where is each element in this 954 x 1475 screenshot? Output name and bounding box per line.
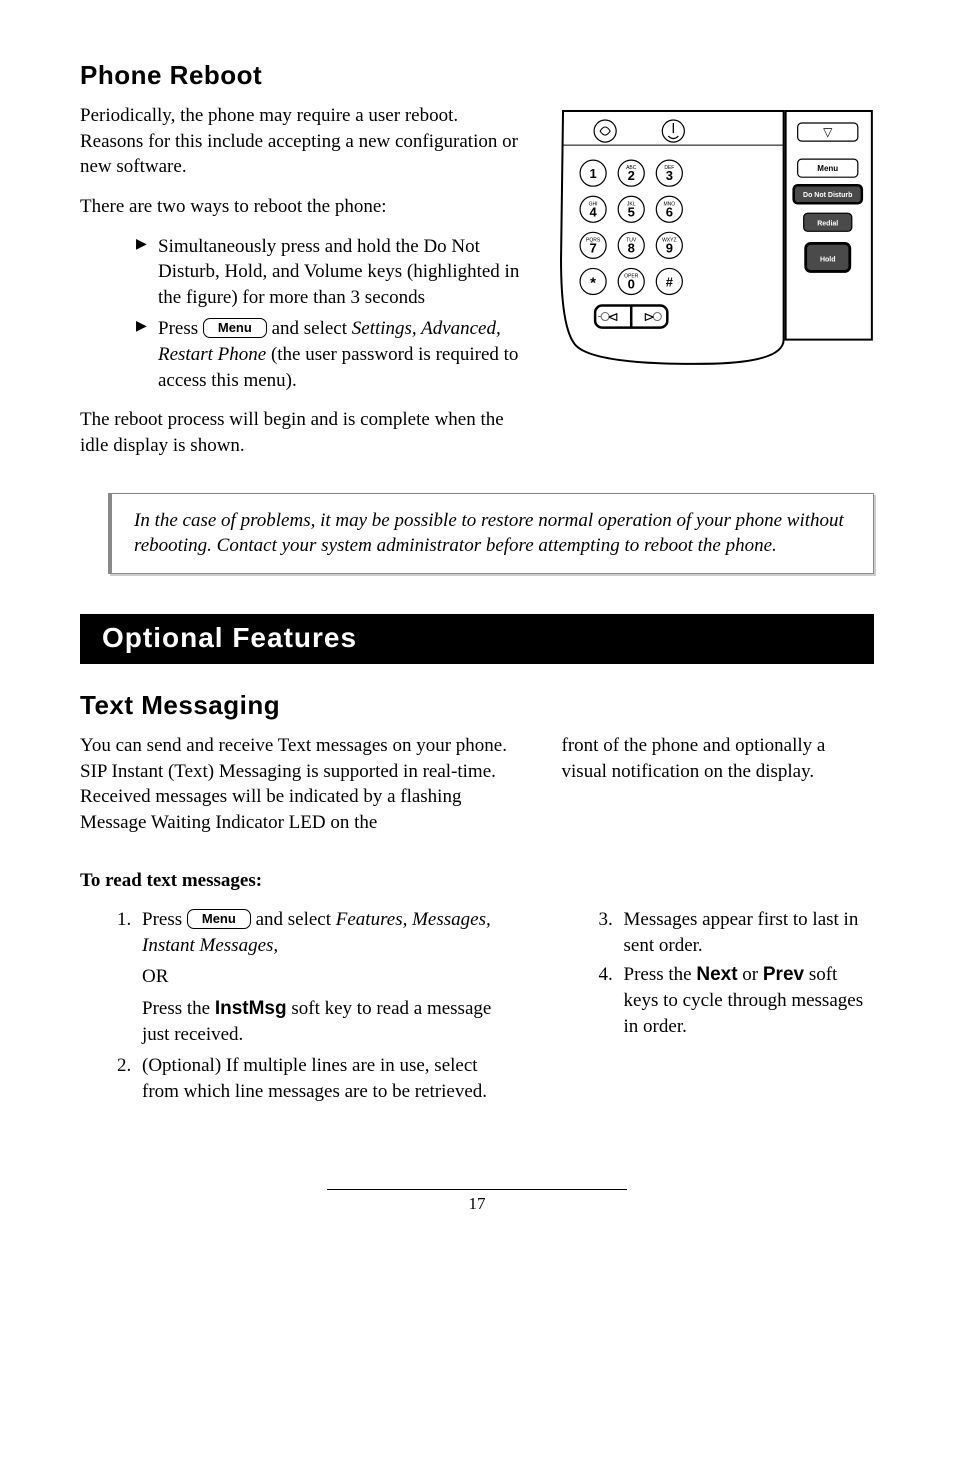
softkey-prev: Prev [763,964,804,985]
text: and select [272,318,352,339]
text: Press the [624,964,697,985]
para-reboot-ways: There are two ways to reboot the phone: [80,194,523,220]
bullet-press-menu: Press Menu and select Settings, Advanced… [136,316,523,393]
key-3: 3 [666,168,673,183]
heading-phone-reboot: Phone Reboot [80,60,874,91]
phone-svg: 1 ABC2 DEF3 GHI4 JKL5 MNO6 PQRS7 TUV8 WX… [553,109,874,370]
hold-button: Hold [820,256,836,263]
text: Press the [142,998,215,1019]
key-8: 8 [628,240,635,255]
para-textmsg-right: front of the phone and optionally a visu… [562,733,874,784]
redial-button: Redial [817,220,838,227]
key-4: 4 [590,204,598,219]
key-6: 6 [666,204,673,219]
para-textmsg-left: You can send and receive Text messages o… [80,733,512,836]
key-9: 9 [666,240,673,255]
note-box: In the case of problems, it may be possi… [108,493,874,574]
softkey-next: Next [696,964,737,985]
heading-read-messages: To read text messages: [80,868,874,894]
bullet-list: Simultaneously press and hold the Do Not… [80,234,523,394]
menu-key-icon: Menu [187,909,251,929]
key-5: 5 [628,204,635,219]
text: or [742,964,763,985]
page-footer: 17 [80,1189,874,1214]
footer-rule [327,1189,627,1190]
heading-text-messaging: Text Messaging [80,690,874,721]
softkey-instmsg: InstMsg [215,998,287,1019]
para-reboot-intro: Periodically, the phone may require a us… [80,103,523,180]
step-3: Messages appear first to last in sent or… [618,907,874,958]
key-hash: # [666,274,674,289]
key-0: 0 [628,276,635,291]
menu-key-icon: Menu [203,318,267,338]
phone-figure: 1 ABC2 DEF3 GHI4 JKL5 MNO6 PQRS7 TUV8 WX… [553,109,874,375]
step-4: Press the Next or Prev soft keys to cycl… [618,962,874,1039]
section-bar-optional-features: Optional Features [80,614,874,664]
key-7: 7 [590,240,597,255]
text: Press [158,318,203,339]
para-reboot-complete: The reboot process will begin and is com… [80,407,523,458]
bullet-press-hold: Simultaneously press and hold the Do Not… [136,234,523,311]
read-steps-left: Press Menu and select Features, Messages… [80,907,512,1104]
text: Press [142,909,187,930]
step-2: (Optional) If multiple lines are in use,… [136,1053,512,1104]
softkey-del-icon: ▽ [823,125,833,139]
page-number: 17 [469,1194,486,1213]
step-1: Press Menu and select Features, Messages… [136,907,512,1047]
text: and select [256,909,336,930]
dnd-button: Do Not Disturb [803,192,852,199]
text-or: OR [142,964,512,990]
step-1-alt: Press the InstMsg soft key to read a mes… [142,996,512,1047]
read-steps-right: Messages appear first to last in sent or… [562,907,874,1039]
key-star: * [590,274,596,291]
key-2: 2 [628,168,635,183]
menu-button: Menu [817,164,838,173]
key-1: 1 [590,166,597,181]
